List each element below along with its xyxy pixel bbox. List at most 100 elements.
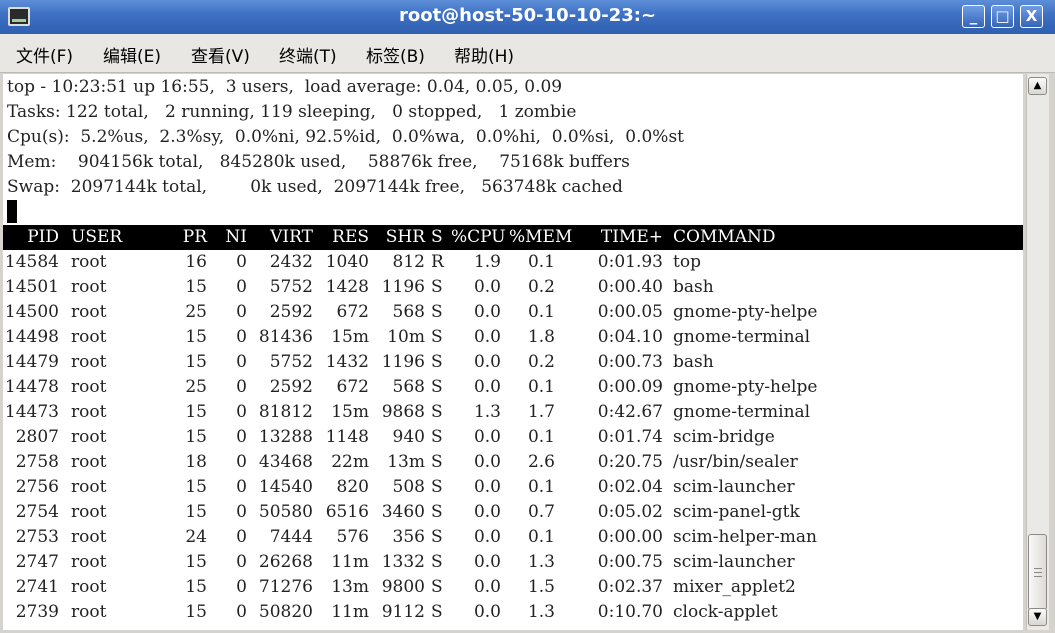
- column-header-state: S: [431, 227, 443, 247]
- process-cell-mem: 0.1: [527, 252, 555, 272]
- process-cell-shr: 356: [392, 527, 425, 547]
- process-cell-pid: 2758: [15, 452, 59, 472]
- process-cell-time: 0:00.73: [597, 352, 663, 372]
- process-cell-ni: 0: [236, 352, 247, 372]
- process-cell-pid: 14500: [4, 302, 59, 322]
- process-cell-pr: 15: [185, 352, 207, 372]
- process-cell-time: 0:00.75: [597, 552, 663, 572]
- process-cell-state: S: [431, 452, 443, 472]
- process-cell-state: S: [431, 527, 443, 547]
- process-cell-state: R: [431, 252, 444, 272]
- top-mem-line: Mem: 904156k total, 845280k used, 58876k…: [7, 152, 630, 172]
- process-cell-res: 1428: [325, 277, 369, 297]
- maximize-button[interactable]: □: [991, 5, 1014, 28]
- terminal-window: root@host-50-10-10-23:~ _ □ X 文件(F) 编辑(E…: [0, 0, 1055, 633]
- process-cell-virt: 43468: [258, 452, 313, 472]
- process-cell-shr: 13m: [387, 452, 425, 472]
- process-cell-state: S: [431, 377, 443, 397]
- menu-file[interactable]: 文件(F): [16, 42, 73, 67]
- process-cell-command: mixer_applet2: [673, 577, 796, 597]
- process-cell-user: root: [71, 552, 107, 572]
- process-cell-virt: 14540: [258, 477, 313, 497]
- process-cell-command: scim-launcher: [673, 477, 795, 497]
- process-cell-time: 0:10.70: [597, 602, 663, 622]
- process-cell-mem: 1.5: [527, 577, 555, 597]
- menu-terminal[interactable]: 终端(T): [279, 42, 337, 67]
- process-cell-time: 0:00.00: [597, 527, 663, 547]
- process-cell-ni: 0: [236, 427, 247, 447]
- thumb-grip-line: [1034, 576, 1042, 577]
- terminal-output[interactable]: top - 10:23:51 up 16:55, 3 users, load a…: [3, 74, 1023, 630]
- process-cell-shr: 812: [392, 252, 425, 272]
- close-button[interactable]: X: [1020, 5, 1043, 28]
- process-cell-command: gnome-terminal: [673, 327, 811, 347]
- process-cell-mem: 1.7: [527, 402, 555, 422]
- process-cell-mem: 0.1: [527, 427, 555, 447]
- process-cell-shr: 1332: [381, 552, 425, 572]
- process-cell-cpu: 0.0: [473, 577, 501, 597]
- process-cell-pr: 18: [185, 452, 207, 472]
- scroll-up-arrow-icon[interactable]: ▲: [1028, 77, 1047, 95]
- menu-view[interactable]: 查看(V): [191, 42, 250, 67]
- menu-edit[interactable]: 编辑(E): [103, 42, 161, 67]
- process-cell-shr: 568: [392, 377, 425, 397]
- process-cell-command: scim-panel-gtk: [673, 502, 800, 522]
- process-cell-pr: 16: [185, 252, 207, 272]
- title-bar[interactable]: root@host-50-10-10-23:~ _ □ X: [0, 0, 1055, 34]
- process-cell-pid: 14473: [4, 402, 59, 422]
- process-cell-res: 1040: [325, 252, 369, 272]
- process-cell-command: scim-launcher: [673, 552, 795, 572]
- process-cell-ni: 0: [236, 377, 247, 397]
- process-cell-virt: 13288: [258, 427, 313, 447]
- process-cell-res: 15m: [331, 327, 369, 347]
- process-cell-ni: 0: [236, 302, 247, 322]
- column-header-pr: PR: [182, 227, 207, 247]
- process-cell-res: 6516: [325, 502, 369, 522]
- process-cell-ni: 0: [236, 477, 247, 497]
- menu-help[interactable]: 帮助(H): [454, 42, 514, 67]
- column-header-command: COMMAND: [673, 227, 776, 247]
- scroll-down-arrow-icon[interactable]: ▼: [1028, 608, 1047, 626]
- process-cell-shr: 9800: [381, 577, 425, 597]
- process-cell-state: S: [431, 502, 443, 522]
- vertical-scrollbar[interactable]: ▲ ▼: [1026, 74, 1049, 630]
- process-cell-ni: 0: [236, 327, 247, 347]
- process-cell-state: S: [431, 277, 443, 297]
- process-cell-virt: 50820: [258, 602, 313, 622]
- process-cell-mem: 0.1: [527, 477, 555, 497]
- process-cell-cpu: 0.0: [473, 352, 501, 372]
- process-cell-pr: 15: [185, 402, 207, 422]
- minimize-button[interactable]: _: [962, 5, 985, 28]
- process-cell-pid: 2741: [15, 577, 59, 597]
- process-cell-mem: 0.7: [527, 502, 555, 522]
- process-cell-command: scim-bridge: [673, 427, 775, 447]
- process-cell-shr: 9868: [381, 402, 425, 422]
- process-cell-user: root: [71, 377, 107, 397]
- process-cell-cpu: 0.0: [473, 602, 501, 622]
- process-cell-res: 1432: [325, 352, 369, 372]
- process-cell-cpu: 0.0: [473, 427, 501, 447]
- process-cell-command: gnome-pty-helpe: [673, 302, 818, 322]
- scrollbar-thumb[interactable]: [1028, 534, 1047, 610]
- menu-tabs[interactable]: 标签(B): [366, 42, 425, 67]
- process-cell-cpu: 0.0: [473, 527, 501, 547]
- process-cell-cpu: 0.0: [473, 277, 501, 297]
- process-cell-pr: 15: [185, 552, 207, 572]
- process-cell-time: 0:02.04: [597, 477, 663, 497]
- process-cell-virt: 7444: [269, 527, 313, 547]
- process-cell-user: root: [71, 577, 107, 597]
- process-cell-res: 11m: [331, 602, 369, 622]
- process-cell-pid: 2747: [15, 552, 59, 572]
- column-header-cpu: %CPU: [451, 227, 506, 247]
- process-cell-res: 15m: [331, 402, 369, 422]
- process-cell-pr: 15: [185, 427, 207, 447]
- process-cell-ni: 0: [236, 252, 247, 272]
- process-cell-mem: 0.2: [527, 352, 555, 372]
- process-cell-mem: 0.2: [527, 277, 555, 297]
- process-cell-time: 0:02.37: [597, 577, 663, 597]
- process-cell-user: root: [71, 352, 107, 372]
- process-cell-virt: 5752: [269, 277, 313, 297]
- column-header-res: RES: [332, 227, 369, 247]
- process-cell-virt: 2432: [269, 252, 313, 272]
- process-cell-shr: 568: [392, 302, 425, 322]
